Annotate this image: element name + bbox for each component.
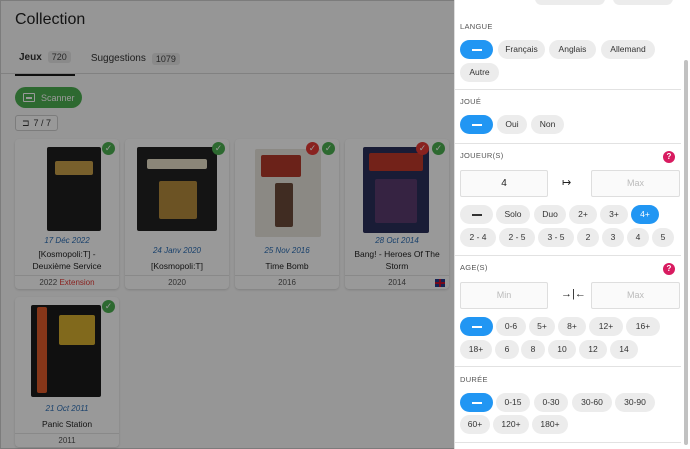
age-option-chip[interactable]: 0-6 xyxy=(496,317,526,336)
language-option-chip[interactable]: Anglais xyxy=(549,40,596,59)
age-option-chip[interactable]: 8 xyxy=(521,340,545,359)
players-option-chip[interactable]: 3 - 5 xyxy=(538,228,574,247)
duration-option-chip[interactable]: 120+ xyxy=(493,415,529,434)
played-option-chip[interactable]: Non xyxy=(531,115,564,134)
players-min-input[interactable]: 4 xyxy=(460,170,548,197)
section-title: LANGUE xyxy=(460,22,493,31)
players-option-chip[interactable]: 3+ xyxy=(600,205,628,224)
modal-backdrop[interactable] xyxy=(0,0,454,449)
players-option-chip[interactable]: 5 xyxy=(652,228,674,247)
filter-section-age: AGE(S) ? Min →|← Max 0-6 5+ 8+ 12+ 16+ 1… xyxy=(455,256,681,367)
players-option-chip[interactable]: Solo xyxy=(496,205,530,224)
duration-option-chip[interactable]: 60+ xyxy=(460,415,490,434)
players-option-chip[interactable]: 2+ xyxy=(569,205,597,224)
players-option-chip[interactable]: Duo xyxy=(534,205,566,224)
section-title: JOUEUR(S) xyxy=(460,151,504,160)
age-option-chip[interactable]: 16+ xyxy=(626,317,660,336)
players-option-chip[interactable]: 2 xyxy=(577,228,599,247)
age-max-input[interactable]: Max xyxy=(591,282,680,309)
arrow-right-bar-icon: ↦ xyxy=(562,177,572,189)
players-option-chip[interactable]: 2 - 4 xyxy=(460,228,496,247)
section-title: DURÉE xyxy=(460,375,488,384)
filter-section-players: JOUEUR(S) ? 4 ↦ Max Solo Duo 2+ 3+ 4+ 2 … xyxy=(455,144,681,256)
partial-chip xyxy=(535,0,605,5)
duration-option-chip[interactable]: 180+ xyxy=(532,415,568,434)
age-option-chip[interactable]: 12+ xyxy=(589,317,623,336)
panel-scrollbar[interactable] xyxy=(684,60,688,445)
played-option-chip[interactable]: Oui xyxy=(497,115,527,134)
players-any-chip[interactable] xyxy=(460,205,493,224)
age-option-chip[interactable]: 5+ xyxy=(529,317,555,336)
players-option-chip[interactable]: 3 xyxy=(602,228,624,247)
players-option-chip[interactable]: 4 xyxy=(627,228,649,247)
players-option-chip[interactable]: 2 - 5 xyxy=(499,228,535,247)
partial-chip xyxy=(613,0,673,5)
language-option-chip[interactable]: Français xyxy=(498,40,545,59)
help-icon[interactable]: ? xyxy=(663,263,675,275)
age-option-chip[interactable]: 8+ xyxy=(558,317,586,336)
duration-option-chip[interactable]: 30-60 xyxy=(572,393,612,412)
age-option-chip[interactable]: 12 xyxy=(579,340,607,359)
range-compress-icon: →|← xyxy=(561,288,586,300)
players-max-input[interactable]: Max xyxy=(591,170,680,197)
age-option-chip[interactable]: 14 xyxy=(610,340,638,359)
duration-any-chip[interactable] xyxy=(460,393,493,412)
filter-panel: LANGUE Français Anglais Allemand Autre J… xyxy=(454,0,690,449)
section-title: JOUÉ xyxy=(460,97,482,106)
language-any-chip[interactable] xyxy=(460,40,493,59)
age-any-chip[interactable] xyxy=(460,317,493,336)
filter-section-played: JOUÉ Oui Non xyxy=(455,90,681,144)
language-option-chip[interactable]: Allemand xyxy=(601,40,655,59)
age-option-chip[interactable]: 10 xyxy=(548,340,576,359)
duration-option-chip[interactable]: 0-15 xyxy=(496,393,530,412)
duration-option-chip[interactable]: 0-30 xyxy=(534,393,568,412)
age-min-input[interactable]: Min xyxy=(460,282,548,309)
filter-section-duration: DURÉE 0-15 0-30 30-60 30-90 60+ 120+ 180… xyxy=(455,367,681,443)
duration-option-chip[interactable]: 30-90 xyxy=(615,393,655,412)
help-icon[interactable]: ? xyxy=(663,151,675,163)
age-option-chip[interactable]: 6 xyxy=(495,340,519,359)
language-option-chip[interactable]: Autre xyxy=(460,63,499,82)
players-option-chip[interactable]: 4+ xyxy=(631,205,659,224)
age-option-chip[interactable]: 18+ xyxy=(460,340,492,359)
filter-section-language: LANGUE Français Anglais Allemand Autre xyxy=(455,8,681,90)
section-title: AGE(S) xyxy=(460,263,488,272)
played-any-chip[interactable] xyxy=(460,115,493,134)
